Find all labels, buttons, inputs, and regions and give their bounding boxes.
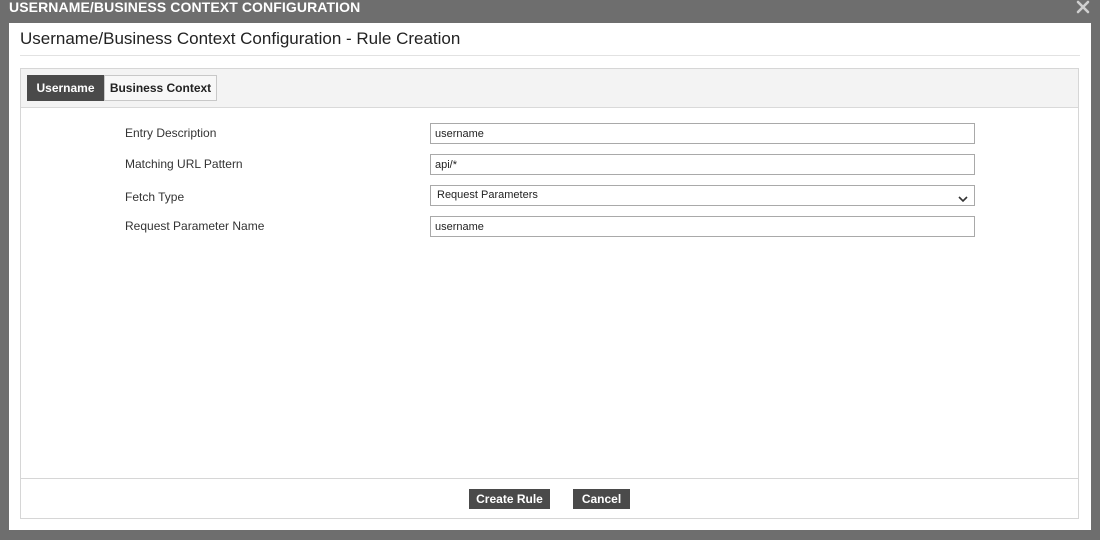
dialog-title: Username/Business Context Configuration … (20, 29, 461, 48)
fetch-type-label: Fetch Type (125, 190, 185, 204)
matching-url-pattern-row: Matching URL Pattern (21, 154, 1078, 176)
footer-divider (21, 478, 1078, 479)
modal-frame: USERNAME/BUSINESS CONTEXT CONFIGURATION … (0, 0, 1100, 540)
tab-strip: Username Business Context (21, 69, 1078, 108)
window-title-bar: USERNAME/BUSINESS CONTEXT CONFIGURATION (0, 0, 1100, 22)
fetch-type-select[interactable]: Request Parameters (430, 185, 975, 206)
tab-business-context[interactable]: Business Context (104, 75, 217, 101)
close-icon[interactable] (1076, 0, 1090, 14)
entry-description-label: Entry Description (125, 126, 217, 140)
backdrop-bottom (0, 530, 1100, 540)
request-parameter-name-row: Request Parameter Name (21, 216, 1078, 238)
create-rule-button[interactable]: Create Rule (469, 489, 550, 509)
matching-url-pattern-label: Matching URL Pattern (125, 157, 243, 171)
fetch-type-row: Fetch Type Request Parameters (21, 185, 1078, 207)
fetch-type-value: Request Parameters (437, 189, 538, 201)
entry-description-row: Entry Description (21, 123, 1078, 145)
dialog-header: Username/Business Context Configuration … (9, 23, 1091, 56)
tab-panel: Username Business Context Entry Descript… (20, 68, 1079, 519)
request-parameter-name-label: Request Parameter Name (125, 219, 265, 233)
matching-url-pattern-input[interactable] (430, 154, 975, 175)
chevron-down-icon (958, 191, 968, 203)
rule-creation-dialog: Username/Business Context Configuration … (9, 23, 1091, 530)
cancel-button[interactable]: Cancel (573, 489, 630, 509)
entry-description-input[interactable] (430, 123, 975, 144)
request-parameter-name-input[interactable] (430, 216, 975, 237)
window-title: USERNAME/BUSINESS CONTEXT CONFIGURATION (9, 0, 361, 15)
tab-username[interactable]: Username (27, 75, 104, 101)
header-divider (20, 55, 1080, 56)
